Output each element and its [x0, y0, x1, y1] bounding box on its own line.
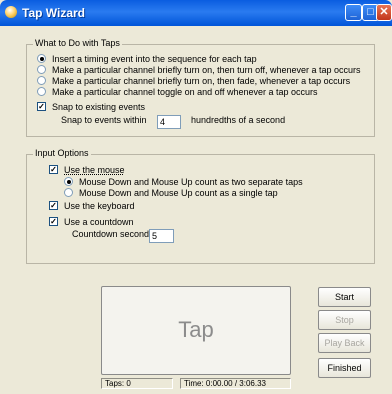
option-label: Make a particular channel briefly turn o…	[52, 76, 351, 86]
checkbox-icon[interactable]: ✓	[49, 165, 58, 175]
option-turn-on-off[interactable]: Make a particular channel briefly turn o…	[37, 65, 361, 76]
use-mouse-label: Use the mouse	[64, 165, 125, 175]
title-bar[interactable]: Tap Wizard _ □ ✕	[0, 0, 392, 26]
option-toggle[interactable]: Make a particular channel toggle on and …	[37, 87, 318, 98]
use-keyboard-checkbox[interactable]: ✓ Use the keyboard	[49, 201, 135, 212]
maximize-icon: □	[367, 6, 374, 18]
finished-button[interactable]: Finished	[318, 358, 371, 378]
tap-wizard-window: Tap Wizard _ □ ✕ What to Do with Taps In…	[0, 0, 392, 394]
countdown-seconds-input[interactable]: 5	[149, 229, 174, 243]
radio-icon[interactable]	[37, 87, 46, 97]
minimize-icon: _	[350, 6, 357, 18]
radio-icon[interactable]	[37, 65, 46, 75]
close-button[interactable]: ✕	[376, 4, 392, 21]
checkbox-icon[interactable]: ✓	[49, 201, 58, 211]
radio-icon[interactable]	[64, 188, 73, 198]
minimize-button[interactable]: _	[345, 4, 362, 21]
window-title: Tap Wizard	[22, 6, 86, 20]
radio-icon[interactable]	[37, 54, 46, 64]
snap-within-input[interactable]: 4	[157, 115, 181, 129]
option-turn-on-fade[interactable]: Make a particular channel briefly turn o…	[37, 76, 350, 87]
what-to-do-group: What to Do with Taps Insert a timing eve…	[26, 38, 375, 137]
option-label: Make a particular channel briefly turn o…	[52, 65, 361, 75]
use-mouse-checkbox[interactable]: ✓ Use the mouse	[49, 165, 125, 176]
use-countdown-label: Use a countdown	[64, 217, 134, 227]
radio-icon[interactable]	[64, 177, 73, 187]
option-insert-timing-event[interactable]: Insert a timing event into the sequence …	[37, 54, 257, 65]
tap-button[interactable]: Tap	[101, 286, 291, 375]
snap-units-label: hundredths of a second	[191, 115, 286, 125]
app-icon	[5, 6, 17, 18]
option-label: Mouse Down and Mouse Up count as a singl…	[79, 188, 278, 198]
checkbox-icon[interactable]: ✓	[37, 102, 46, 112]
start-button[interactable]: Start	[318, 287, 371, 307]
snap-within-label: Snap to events within	[61, 115, 147, 125]
use-countdown-checkbox[interactable]: ✓ Use a countdown	[49, 217, 134, 228]
input-options-title: Input Options	[33, 148, 91, 158]
snap-to-events-checkbox[interactable]: ✓ Snap to existing events	[37, 102, 145, 113]
time-status: Time: 0:00.00 / 3:06.33	[180, 378, 291, 389]
stop-button[interactable]: Stop	[318, 310, 371, 330]
mouse-two-taps-option[interactable]: Mouse Down and Mouse Up count as two sep…	[64, 177, 303, 188]
input-options-group: Input Options ✓ Use the mouse Mouse Down …	[26, 148, 375, 264]
option-label: Insert a timing event into the sequence …	[52, 54, 257, 64]
radio-icon[interactable]	[37, 76, 46, 86]
option-label: Make a particular channel toggle on and …	[52, 87, 318, 97]
checkbox-icon[interactable]: ✓	[49, 217, 58, 227]
use-keyboard-label: Use the keyboard	[64, 201, 135, 211]
play-back-button[interactable]: Play Back	[318, 333, 371, 353]
close-icon: ✕	[379, 6, 389, 18]
mouse-single-tap-option[interactable]: Mouse Down and Mouse Up count as a singl…	[64, 188, 278, 199]
snap-label: Snap to existing events	[52, 102, 146, 112]
option-label: Mouse Down and Mouse Up count as two sep…	[79, 177, 303, 187]
countdown-seconds-label: Countdown seconds	[72, 229, 154, 239]
taps-count-status: Taps: 0	[101, 378, 173, 389]
what-to-do-title: What to Do with Taps	[33, 38, 122, 48]
